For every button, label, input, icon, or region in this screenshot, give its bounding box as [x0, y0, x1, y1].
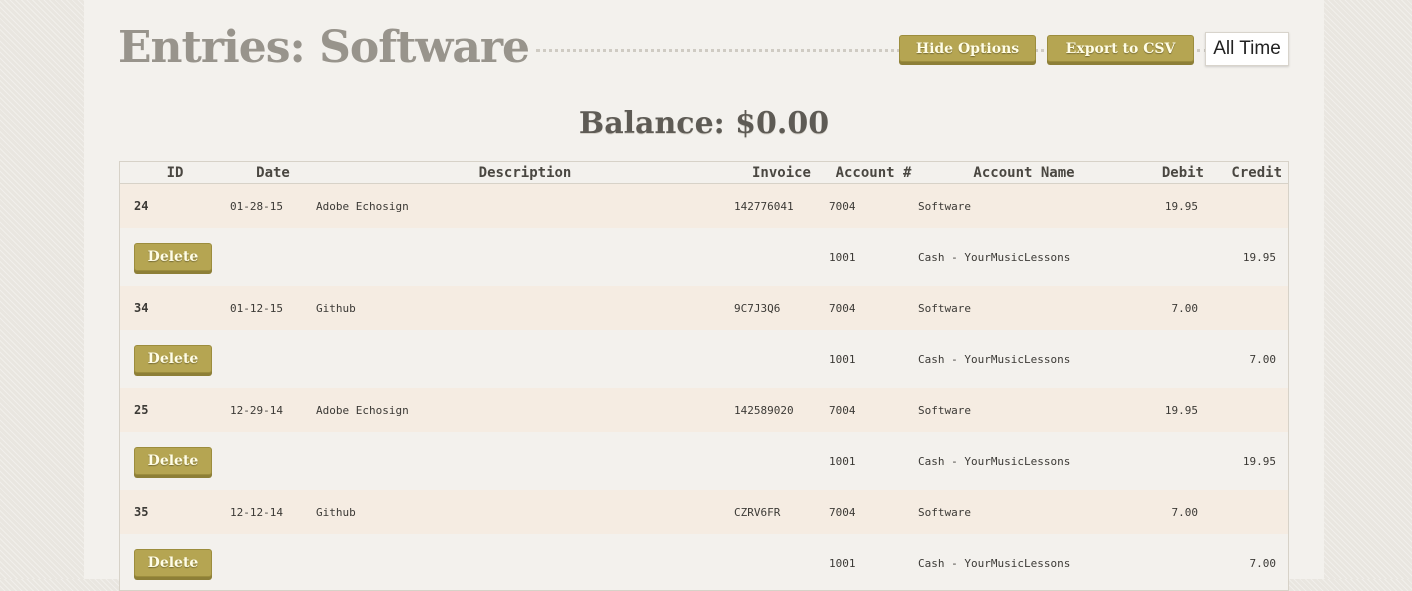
entry-debit [1130, 330, 1212, 388]
entry-credit [1212, 286, 1288, 330]
delete-button[interactable]: Delete [134, 447, 212, 475]
entry-credit: 19.95 [1212, 432, 1288, 490]
entry-credit [1212, 183, 1288, 228]
entry-credit: 7.00 [1212, 534, 1288, 590]
entry-invoice: 9C7J3Q6 [734, 286, 829, 330]
delete-button[interactable]: Delete [134, 549, 212, 577]
entry-account-number: 7004 [829, 286, 918, 330]
delete-button[interactable]: Delete [134, 243, 212, 271]
entry-account-name: Software [918, 183, 1130, 228]
entry-account-name: Cash - YourMusicLessons [918, 432, 1130, 490]
entry-id: 35 [120, 490, 230, 534]
entry-description: Adobe Echosign [316, 183, 734, 228]
entry-credit-row: Delete 1001 Cash - YourMusicLessons 19.9… [120, 432, 1288, 490]
entry-credit-row: Delete 1001 Cash - YourMusicLessons 19.9… [120, 228, 1288, 286]
entry-account-number: 1001 [829, 534, 918, 590]
entry-description: Github [316, 490, 734, 534]
entry-account-name: Software [918, 490, 1130, 534]
entry-row: 25 12-29-14 Adobe Echosign 142589020 700… [120, 388, 1288, 432]
page-content: Entries: Software Hide Options Export to… [84, 0, 1324, 591]
entry-debit [1130, 228, 1212, 286]
table-header-row: ID Date Description Invoice Account # Ac… [120, 162, 1288, 184]
column-header-id[interactable]: ID [120, 162, 230, 184]
column-header-invoice[interactable]: Invoice [734, 162, 829, 184]
delete-button[interactable]: Delete [134, 345, 212, 373]
entry-date: 01-12-15 [230, 286, 316, 330]
column-header-account-name[interactable]: Account Name [918, 162, 1130, 184]
entry-account-number: 7004 [829, 388, 918, 432]
entry-debit: 7.00 [1130, 490, 1212, 534]
entry-id: 24 [120, 183, 230, 228]
column-header-date[interactable]: Date [230, 162, 316, 184]
entry-credit-row: Delete 1001 Cash - YourMusicLessons 7.00 [120, 534, 1288, 590]
column-header-description[interactable]: Description [316, 162, 734, 184]
entry-credit: 19.95 [1212, 228, 1288, 286]
entry-account-number: 1001 [829, 228, 918, 286]
entry-debit [1130, 534, 1212, 590]
entry-debit: 7.00 [1130, 286, 1212, 330]
entry-debit [1130, 432, 1212, 490]
hide-options-button[interactable]: Hide Options [899, 35, 1036, 62]
entry-account-name: Software [918, 388, 1130, 432]
column-header-debit[interactable]: Debit [1130, 162, 1212, 184]
entry-account-number: 1001 [829, 432, 918, 490]
entry-id: 34 [120, 286, 230, 330]
entry-description: Adobe Echosign [316, 388, 734, 432]
balance-heading: Balance: $0.00 [578, 106, 830, 141]
entries-table: ID Date Description Invoice Account # Ac… [119, 161, 1289, 591]
entry-credit [1212, 388, 1288, 432]
entry-invoice: 142589020 [734, 388, 829, 432]
date-range-select[interactable]: All Time [1205, 32, 1289, 66]
entry-invoice: 142776041 [734, 183, 829, 228]
entry-credit [1212, 490, 1288, 534]
entry-credit-row: Delete 1001 Cash - YourMusicLessons 7.00 [120, 330, 1288, 388]
entry-row: 34 01-12-15 Github 9C7J3Q6 7004 Software… [120, 286, 1288, 330]
entry-debit: 19.95 [1130, 388, 1212, 432]
entry-account-name: Cash - YourMusicLessons [918, 228, 1130, 286]
entry-account-name: Software [918, 286, 1130, 330]
entry-account-number: 1001 [829, 330, 918, 388]
entry-row: 35 12-12-14 Github CZRV6FR 7004 Software… [120, 490, 1288, 534]
entry-debit: 19.95 [1130, 183, 1212, 228]
entry-date: 12-12-14 [230, 490, 316, 534]
entry-description: Github [316, 286, 734, 330]
export-csv-button[interactable]: Export to CSV [1047, 35, 1194, 62]
column-header-credit[interactable]: Credit [1212, 162, 1288, 184]
column-header-account-number[interactable]: Account # [829, 162, 918, 184]
entry-invoice: CZRV6FR [734, 490, 829, 534]
entry-date: 12-29-14 [230, 388, 316, 432]
entry-date: 01-28-15 [230, 183, 316, 228]
entry-credit: 7.00 [1212, 330, 1288, 388]
entry-row: 24 01-28-15 Adobe Echosign 142776041 700… [120, 183, 1288, 228]
entry-account-number: 7004 [829, 490, 918, 534]
entry-account-name: Cash - YourMusicLessons [918, 330, 1130, 388]
entry-account-name: Cash - YourMusicLessons [918, 534, 1130, 590]
entry-account-number: 7004 [829, 183, 918, 228]
entry-id: 25 [120, 388, 230, 432]
page-title: Entries: Software [118, 22, 530, 73]
